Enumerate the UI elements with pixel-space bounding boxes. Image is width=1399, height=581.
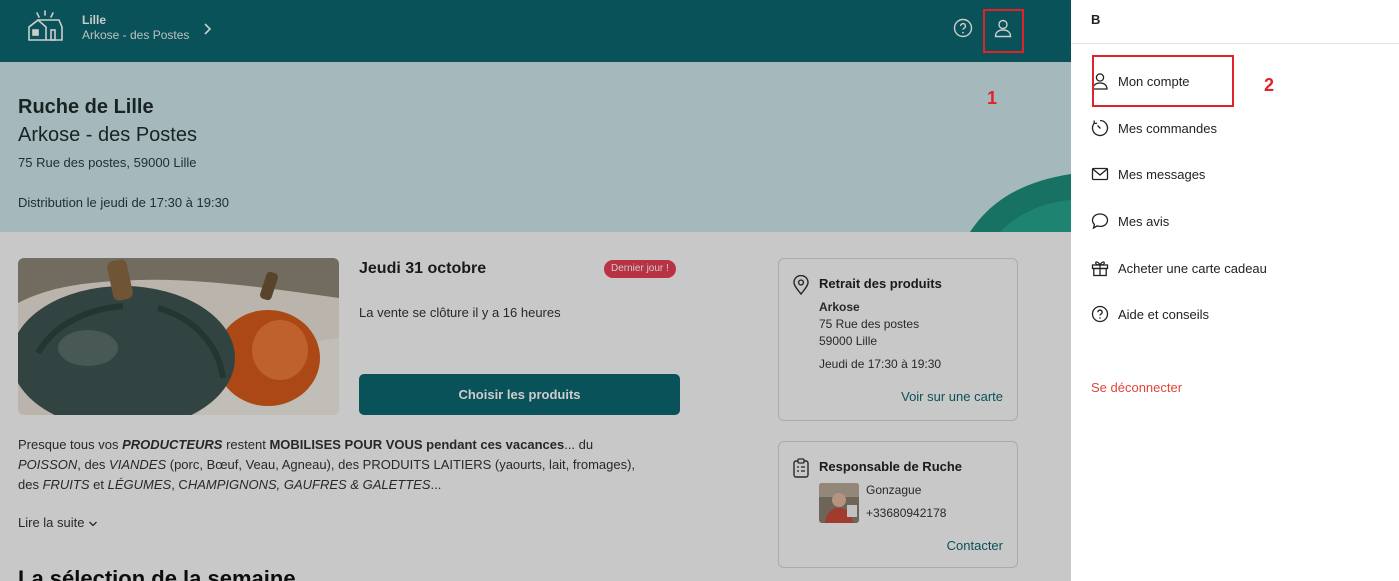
help-icon — [1091, 305, 1109, 323]
drawer-header: B — [1071, 0, 1399, 44]
speech-bubble-icon — [1091, 213, 1109, 230]
logout-link[interactable]: Se déconnecter — [1091, 380, 1182, 395]
menu-item-my-reviews[interactable]: Mes avis — [1091, 210, 1169, 232]
annotation-marker-1: 1 — [987, 88, 998, 108]
menu-item-help[interactable]: Aide et conseils — [1091, 303, 1209, 325]
menu-item-label: Acheter une carte cadeau — [1118, 260, 1267, 276]
menu-item-label: Mes avis — [1118, 213, 1170, 229]
annotation-box-user-button — [983, 9, 1024, 53]
menu-item-gift-card[interactable]: Acheter une carte cadeau — [1091, 257, 1267, 279]
menu-item-label: Aide et conseils — [1118, 306, 1210, 322]
annotation-box-my-account — [1092, 55, 1234, 107]
menu-item-label: Mes messages — [1118, 166, 1206, 182]
menu-item-my-orders[interactable]: Mes commandes — [1091, 117, 1217, 139]
main-page: Lille Arkose - des Postes Ruche de Lille… — [0, 0, 1071, 581]
gift-icon — [1091, 261, 1109, 277]
drawer-user-initial: B — [1091, 12, 1101, 27]
menu-item-my-messages[interactable]: Mes messages — [1091, 163, 1205, 185]
history-icon — [1091, 119, 1109, 137]
envelope-icon — [1091, 167, 1109, 181]
annotation-marker-2: 2 — [1264, 75, 1275, 95]
dim-overlay[interactable] — [0, 0, 1071, 581]
menu-item-label: Mes commandes — [1118, 120, 1217, 136]
